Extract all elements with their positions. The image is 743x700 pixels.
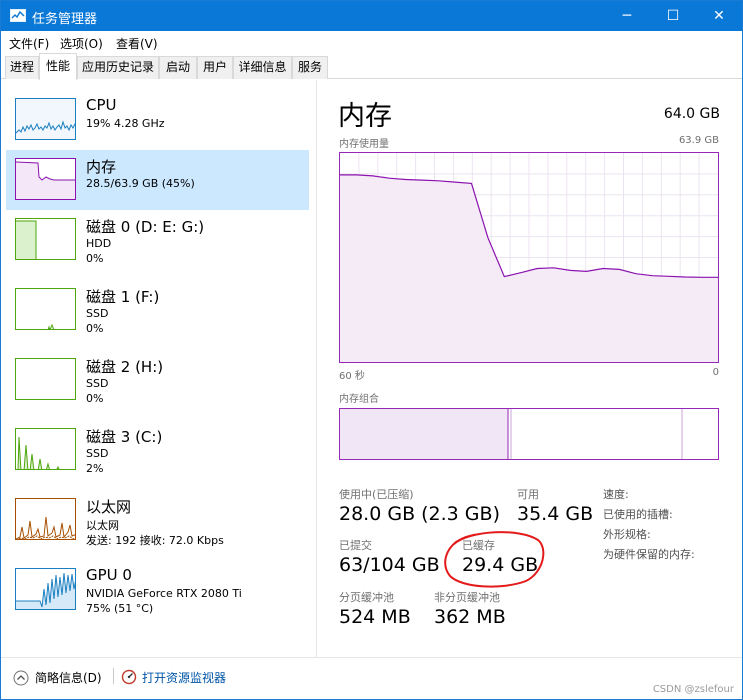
resource-detail: 以太网 [86, 519, 119, 532]
resource-name: 磁盘 3 (C:) [86, 428, 163, 446]
resource-detail: 28.5/63.9 GB (45%) [86, 177, 195, 190]
memory-total: 64.0 GB [663, 106, 720, 122]
paged-pool-value: 524 MB [339, 606, 411, 628]
resource-throughput: 发送: 192 接收: 72.0 Kbps [86, 534, 224, 547]
menu-view[interactable]: 查看(V) [116, 35, 158, 52]
resource-usage: 0% [86, 252, 104, 265]
nonpaged-pool-value: 362 MB [434, 606, 506, 628]
memory-usage-graph [339, 152, 719, 363]
window-title: 任务管理器 [32, 12, 98, 27]
maximize-button[interactable]: ☐ [650, 1, 696, 31]
resource-name: CPU [86, 96, 117, 114]
slots-used-label: 已使用的插槽: [603, 508, 673, 521]
composition-label: 内存组合 [339, 394, 379, 405]
disk-0-thumbnail-graph [15, 218, 76, 260]
tab-startup[interactable]: 启动 [159, 56, 197, 79]
cpu-thumbnail-graph [15, 98, 76, 140]
resource-item-cpu[interactable]: CPU 19% 4.28 GHz [6, 90, 309, 150]
tab-processes[interactable]: 进程 [5, 56, 39, 79]
committed-label: 已提交 [339, 539, 372, 552]
resource-name: 磁盘 2 (H:) [86, 358, 164, 376]
highlight-circle-annotation [444, 531, 545, 588]
resource-item-disk-1[interactable]: 磁盘 1 (F:) SSD 0% [6, 280, 309, 340]
usage-graph-max: 63.9 GB [678, 135, 719, 146]
resource-name: 磁盘 1 (F:) [86, 288, 160, 306]
memory-detail-panel: 内存 64.0 GB 内存使用量 63.9 GB 60 秒 0 内存组合 使用中… [317, 80, 742, 657]
tab-users[interactable]: 用户 [197, 56, 233, 79]
ethernet-thumbnail-graph [15, 498, 76, 540]
tab-details[interactable]: 详细信息 [233, 56, 292, 79]
resource-detail: SSD [86, 447, 109, 460]
resource-usage: 75% (51 °C) [86, 602, 154, 615]
resource-list: CPU 19% 4.28 GHz 内存 28.5/63.9 GB (45%) 磁… [1, 80, 317, 657]
memory-usage-chart [340, 153, 718, 362]
page-title: 内存 [338, 101, 392, 132]
time-axis-right: 0 [712, 367, 719, 378]
resource-monitor-icon [121, 669, 137, 685]
resource-item-disk-3[interactable]: 磁盘 3 (C:) SSD 2% [6, 420, 309, 480]
resource-item-gpu[interactable]: GPU 0 NVIDIA GeForce RTX 2080 Ti 75% (51… [6, 560, 309, 620]
resource-detail: NVIDIA GeForce RTX 2080 Ti [86, 587, 242, 600]
gpu-thumbnail-graph [15, 568, 76, 610]
chevron-up-icon[interactable] [13, 670, 29, 686]
resource-detail: SSD [86, 307, 109, 320]
task-manager-app-icon [10, 9, 26, 22]
resource-name: 内存 [86, 158, 117, 176]
in-use-label: 使用中(已压缩) [339, 488, 414, 501]
memory-thumbnail-graph [15, 158, 76, 200]
resource-item-disk-0[interactable]: 磁盘 0 (D: E: G:) HDD 0% [6, 210, 309, 270]
title-bar[interactable]: 任务管理器 ─ ☐ ✕ [1, 1, 742, 31]
resource-name: 磁盘 0 (D: E: G:) [86, 218, 205, 236]
resource-detail: HDD [86, 237, 112, 250]
resource-usage: 2% [86, 462, 104, 475]
speed-label: 速度: [603, 488, 629, 501]
available-value: 35.4 GB [517, 503, 594, 525]
disk-1-thumbnail-graph [15, 288, 76, 330]
minimize-button[interactable]: ─ [604, 1, 650, 31]
time-axis-left: 60 秒 [339, 371, 365, 382]
tab-performance[interactable]: 性能 [39, 53, 77, 80]
resource-detail: SSD [86, 377, 109, 390]
resource-usage: 0% [86, 322, 104, 335]
watermark: CSDN @zslefour [652, 684, 734, 695]
footer-bar: 简略信息(D) 打开资源监视器 CSDN @zslefour [1, 657, 742, 699]
available-label: 可用 [517, 488, 539, 501]
committed-value: 63/104 GB [339, 554, 440, 576]
resource-name: GPU 0 [86, 566, 132, 584]
footer-divider [113, 668, 114, 684]
fewer-details-button[interactable]: 简略信息(D) [35, 669, 102, 686]
disk-2-thumbnail-graph [15, 358, 76, 400]
usage-graph-label: 内存使用量 [339, 139, 389, 150]
resource-detail: 19% 4.28 GHz [86, 117, 165, 130]
tab-app-history[interactable]: 应用历史记录 [77, 56, 159, 79]
nonpaged-pool-label: 非分页缓冲池 [434, 591, 500, 604]
resource-name: 以太网 [86, 498, 132, 516]
hardware-reserved-label: 为硬件保留的内存: [603, 548, 695, 561]
form-factor-label: 外形规格: [603, 528, 651, 541]
open-resource-monitor-link[interactable]: 打开资源监视器 [142, 669, 226, 686]
tab-services[interactable]: 服务 [292, 56, 328, 79]
resource-usage: 0% [86, 392, 104, 405]
paged-pool-label: 分页缓冲池 [339, 591, 394, 604]
resource-item-ethernet[interactable]: 以太网 以太网 发送: 192 接收: 72.0 Kbps [6, 490, 309, 550]
task-manager-window: 任务管理器 ─ ☐ ✕ 文件(F) 选项(O) 查看(V) 进程 性能 应用历史… [0, 0, 743, 700]
menu-file[interactable]: 文件(F) [9, 35, 49, 52]
in-use-value: 28.0 GB (2.3 GB) [339, 503, 500, 525]
resource-item-disk-2[interactable]: 磁盘 2 (H:) SSD 0% [6, 350, 309, 410]
resource-item-memory[interactable]: 内存 28.5/63.9 GB (45%) [6, 150, 309, 210]
disk-3-thumbnail-graph [15, 428, 76, 470]
close-button[interactable]: ✕ [696, 1, 742, 31]
composition-in-use [340, 409, 508, 459]
tab-strip: 进程 性能 应用历史记录 启动 用户 详细信息 服务 [1, 53, 742, 80]
memory-composition-bar [339, 408, 719, 460]
menu-options[interactable]: 选项(O) [60, 35, 103, 52]
menu-bar: 文件(F) 选项(O) 查看(V) [1, 31, 742, 53]
